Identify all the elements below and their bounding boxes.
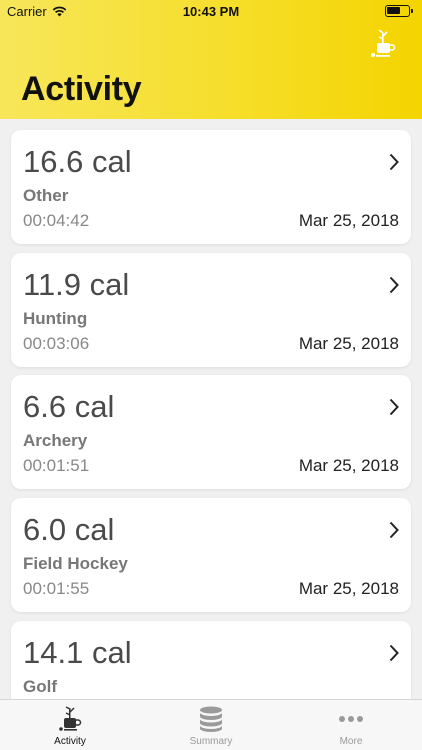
database-icon — [200, 706, 222, 732]
activity-card[interactable]: 6.0 cal Field Hockey 00:01:55 Mar 25, 20… — [11, 498, 411, 612]
page-title: Activity — [21, 70, 142, 108]
activity-card[interactable]: 14.1 cal Golf — [11, 621, 411, 699]
chevron-right-icon — [389, 644, 399, 662]
chevron-right-icon — [389, 276, 399, 294]
tab-bar: Activity Summary More — [0, 699, 422, 750]
chevron-right-icon — [389, 398, 399, 416]
activity-calories: 6.6 cal — [23, 389, 115, 424]
activity-date: Mar 25, 2018 — [298, 211, 399, 230]
tab-more[interactable]: More — [281, 700, 421, 750]
activity-calories: 11.9 cal — [23, 267, 130, 302]
activity-duration: 00:04:42 — [23, 211, 90, 230]
activity-duration: 00:01:51 — [23, 456, 90, 475]
activity-type: Other — [23, 186, 69, 205]
golf-bag-cup-icon[interactable] — [368, 27, 396, 59]
activity-type: Archery — [23, 431, 88, 450]
header: Carrier 10:43 PM Activity — [0, 0, 422, 119]
activity-type: Hunting — [23, 309, 88, 328]
tab-summary[interactable]: Summary — [141, 700, 281, 750]
golf-bag-icon — [59, 706, 82, 731]
activity-type: Golf — [23, 677, 57, 696]
activity-calories: 14.1 cal — [23, 635, 132, 670]
activity-card[interactable]: 11.9 cal Hunting 00:03:06 Mar 25, 2018 — [11, 253, 411, 367]
status-time: 10:43 PM — [182, 4, 240, 19]
status-bar: Carrier 10:43 PM — [0, 0, 422, 22]
chevron-right-icon — [389, 153, 399, 171]
activity-type: Field Hockey — [23, 554, 128, 573]
activity-date: Mar 25, 2018 — [298, 456, 399, 475]
activity-card[interactable]: 6.6 cal Archery 00:01:51 Mar 25, 2018 — [11, 375, 411, 489]
activity-duration: 00:01:55 — [23, 579, 90, 598]
activity-date: Mar 25, 2018 — [298, 334, 399, 353]
battery-icon — [385, 5, 413, 17]
activity-duration: 00:03:06 — [23, 334, 90, 353]
activity-calories: 6.0 cal — [23, 512, 115, 547]
activity-calories: 16.6 cal — [23, 144, 132, 179]
tab-activity[interactable]: Activity — [0, 700, 140, 750]
activity-date: Mar 25, 2018 — [298, 579, 399, 598]
activity-list[interactable]: 16.6 cal Other 00:04:42 Mar 25, 2018 11.… — [0, 119, 422, 699]
activity-card[interactable]: 16.6 cal Other 00:04:42 Mar 25, 2018 — [11, 130, 411, 244]
tab-label: Activity — [54, 736, 86, 747]
chevron-right-icon — [389, 521, 399, 539]
tab-label: More — [339, 736, 363, 747]
more-dots-icon — [339, 716, 363, 722]
tab-label: Summary — [189, 736, 233, 747]
